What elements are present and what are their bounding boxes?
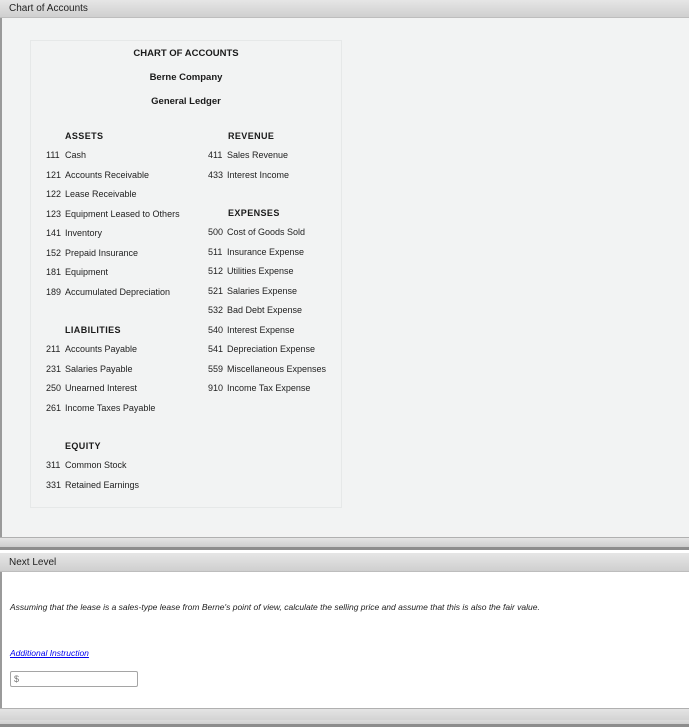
section-heading-liabilities: LIABILITIES — [65, 325, 121, 335]
account-number: 211 — [46, 344, 61, 354]
section-heading-revenue: REVENUE — [228, 131, 275, 141]
account-number: 541 — [208, 344, 224, 354]
account-name: Sales Revenue — [227, 150, 289, 160]
account-name: Accumulated Depreciation — [65, 286, 171, 297]
account-number: 540 — [208, 324, 224, 335]
account-number: 152 — [46, 247, 62, 258]
chart-of-accounts-card: CHART OF ACCOUNTS Berne Company General … — [30, 40, 342, 508]
account-row: 433 Interest Income — [208, 170, 289, 180]
account-row: 512 Utilities Expense — [208, 266, 294, 276]
ledger-name: General Ledger — [151, 96, 221, 107]
account-row: 122 Lease Receivable — [46, 189, 137, 199]
additional-instruction-link[interactable]: Additional Instruction — [10, 648, 89, 658]
account-row: 123 Equipment Leased to Others — [46, 209, 180, 219]
account-number: 121 — [46, 169, 62, 180]
account-number: 559 — [208, 363, 224, 374]
account-row: 211 Accounts Payable — [46, 344, 137, 354]
account-name: Accounts Payable — [65, 344, 138, 354]
account-row: 559 Miscellaneous Expenses — [208, 364, 326, 374]
account-name: Equipment Leased to Others — [65, 208, 180, 219]
account-row: 181 Equipment — [46, 267, 108, 277]
account-row: 189 Accumulated Depreciation — [46, 287, 170, 297]
account-number: 411 — [208, 150, 223, 160]
account-number: 521 — [208, 285, 224, 296]
account-name: Inventory — [65, 228, 103, 238]
account-row: 121 Accounts Receivable — [46, 170, 149, 180]
account-name: Interest Income — [227, 169, 290, 180]
account-number: 532 — [208, 305, 224, 315]
account-number: 511 — [208, 246, 223, 257]
account-number: 111 — [46, 150, 60, 160]
section-heading-equity: EQUITY — [65, 441, 101, 451]
account-number: 500 — [208, 227, 224, 237]
account-name: Insurance Expense — [227, 246, 305, 257]
chart-of-accounts-panel-header: Chart of Accounts — [0, 0, 689, 18]
account-name: Unearned Interest — [65, 383, 138, 393]
selling-price-input[interactable] — [10, 671, 138, 687]
coa-title: CHART OF ACCOUNTS — [133, 48, 239, 59]
account-number: 181 — [46, 267, 62, 277]
next-level-panel-header: Next Level — [0, 553, 689, 572]
account-number: 433 — [208, 169, 224, 180]
account-row: 511 Insurance Expense — [208, 247, 304, 257]
company-name: Berne Company — [149, 72, 223, 83]
account-row: 521 Salaries Expense — [208, 286, 297, 296]
account-number: 231 — [46, 363, 62, 374]
account-name: Utilities Expense — [227, 266, 294, 276]
account-number: 261 — [46, 402, 62, 413]
account-row: 311 Common Stock — [46, 460, 127, 470]
account-name: Miscellaneous Expenses — [227, 363, 327, 374]
account-name: Accounts Receivable — [65, 169, 150, 180]
account-row: 540 Interest Expense — [208, 325, 295, 335]
account-row: 152 Prepaid Insurance — [46, 248, 138, 258]
account-row: 532 Bad Debt Expense — [208, 305, 302, 315]
next-level-panel: Assuming that the lease is a sales-type … — [0, 572, 689, 708]
account-name: Common Stock — [65, 460, 127, 470]
account-name: Equipment — [65, 267, 109, 277]
account-number: 250 — [46, 383, 62, 393]
bottom-divider — [0, 708, 689, 727]
account-name: Lease Receivable — [65, 189, 137, 199]
account-name: Interest Expense — [227, 324, 295, 335]
account-number: 331 — [46, 479, 62, 490]
account-name: Income Taxes Payable — [65, 402, 156, 413]
account-row: 500 Cost of Goods Sold — [208, 227, 305, 237]
account-row: 910 Income Tax Expense — [208, 383, 310, 393]
account-number: 123 — [46, 208, 62, 219]
chart-of-accounts-panel-title: Chart of Accounts — [9, 3, 88, 14]
account-row: 541 Depreciation Expense — [208, 344, 315, 354]
account-row: 141 Inventory — [46, 228, 102, 238]
section-heading-assets: ASSETS — [65, 131, 104, 141]
account-name: Depreciation Expense — [227, 344, 316, 354]
account-row: 250 Unearned Interest — [46, 383, 137, 393]
account-number: 910 — [208, 383, 224, 393]
account-row: 331 Retained Earnings — [46, 480, 139, 490]
account-number: 512 — [208, 266, 224, 276]
next-level-panel-title: Next Level — [9, 557, 57, 568]
account-name: Prepaid Insurance — [65, 247, 139, 258]
account-name: Income Tax Expense — [227, 383, 311, 393]
account-number: 141 — [46, 228, 62, 238]
account-name: Salaries Expense — [227, 285, 298, 296]
chart-of-accounts-panel: CHART OF ACCOUNTS Berne Company General … — [0, 18, 689, 537]
account-name: Cost of Goods Sold — [227, 227, 306, 237]
account-row: 261 Income Taxes Payable — [46, 403, 155, 413]
account-number: 311 — [46, 460, 61, 470]
account-name: Cash — [65, 150, 87, 160]
account-number: 189 — [46, 286, 62, 297]
account-row: 411 Sales Revenue — [208, 150, 288, 160]
account-name: Salaries Payable — [65, 363, 133, 374]
account-row: 111 Cash — [46, 150, 86, 160]
account-row: 231 Salaries Payable — [46, 364, 133, 374]
section-heading-expenses: EXPENSES — [228, 208, 280, 218]
question-text: Assuming that the lease is a sales-type … — [10, 602, 540, 612]
account-name: Retained Earnings — [65, 479, 140, 490]
panel-divider — [0, 537, 689, 550]
account-name: Bad Debt Expense — [227, 305, 303, 315]
account-number: 122 — [46, 189, 62, 199]
